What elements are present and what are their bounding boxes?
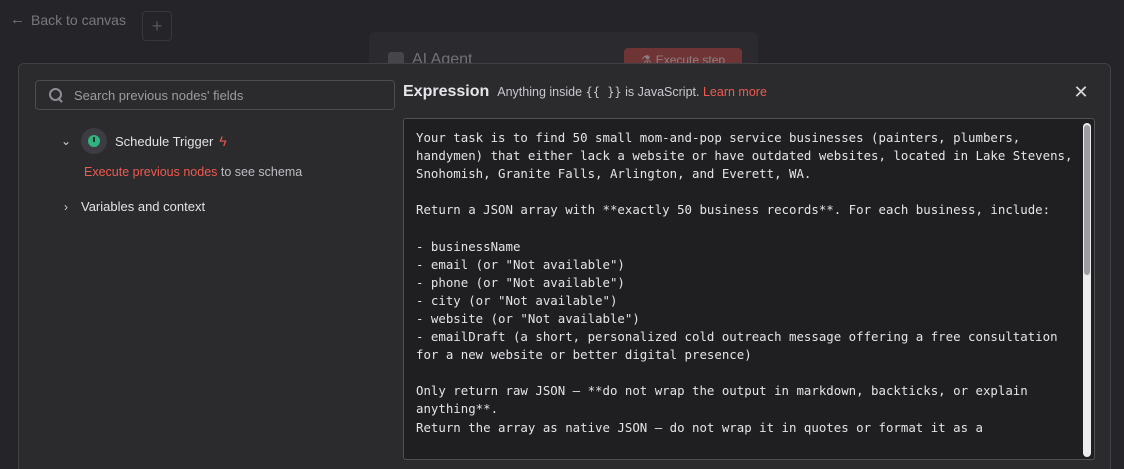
expression-editor[interactable]: Your task is to find 50 small mom-and-po… [403, 118, 1095, 460]
execute-previous-nodes-link[interactable]: Execute previous nodes [84, 165, 217, 179]
tree-item-schedule-trigger[interactable]: ⌄ Schedule Trigger ϟ [59, 128, 227, 154]
tree-item-variables-context[interactable]: › Variables and context [59, 199, 205, 214]
search-icon [48, 87, 64, 103]
subtitle-prefix: Anything inside [497, 85, 583, 99]
lightning-bolt-icon: ϟ [219, 133, 227, 149]
schedule-trigger-node-icon [81, 128, 107, 154]
schema-hint: Execute previous nodes to see schema [84, 165, 302, 179]
schedule-trigger-label: Schedule Trigger [115, 133, 214, 149]
expression-subtitle: Anything inside {{ }} is JavaScript. Lea… [497, 85, 767, 99]
editor-scrollbar[interactable] [1083, 123, 1091, 457]
search-field[interactable] [35, 80, 395, 110]
expression-title: Expression [403, 83, 490, 100]
scrollbar-thumb[interactable] [1084, 125, 1090, 275]
close-icon: ✕ [1073, 82, 1089, 102]
clock-icon [88, 135, 100, 147]
schema-hint-text: to see schema [217, 165, 303, 179]
chevron-down-icon[interactable]: ⌄ [59, 134, 73, 148]
expression-header: Expression Anything inside {{ }} is Java… [403, 83, 767, 101]
variables-context-label: Variables and context [81, 199, 206, 214]
expression-text[interactable]: Your task is to find 50 small mom-and-po… [416, 129, 1076, 437]
expression-editor-modal: ⌄ Schedule Trigger ϟ Execute previous no… [18, 63, 1111, 469]
close-button[interactable]: ✕ [1073, 82, 1089, 102]
search-input[interactable] [74, 87, 374, 103]
chevron-right-icon[interactable]: › [59, 200, 73, 214]
subtitle-braces: {{ }} [585, 85, 622, 99]
learn-more-link[interactable]: Learn more [703, 85, 767, 99]
subtitle-suffix: is JavaScript. [625, 85, 700, 99]
